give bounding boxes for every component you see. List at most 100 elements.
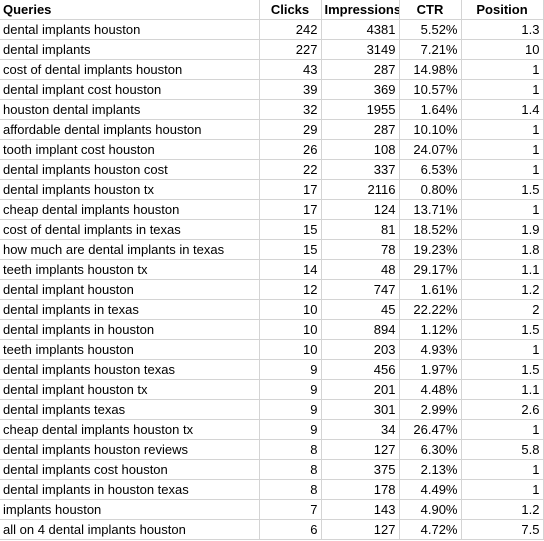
- clicks-cell[interactable]: 15: [258, 239, 322, 260]
- header-ctr[interactable]: CTR: [398, 0, 462, 20]
- query-cell[interactable]: dental implants houston texas: [0, 359, 260, 380]
- impressions-cell[interactable]: 2116: [320, 179, 400, 200]
- ctr-cell[interactable]: 22.22%: [398, 299, 462, 320]
- query-cell[interactable]: dental implants texas: [0, 399, 260, 420]
- clicks-cell[interactable]: 227: [258, 39, 322, 60]
- query-cell[interactable]: cost of dental implants in texas: [0, 219, 260, 240]
- impressions-cell[interactable]: 337: [320, 159, 400, 180]
- query-cell[interactable]: dental implants cost houston: [0, 459, 260, 480]
- position-cell[interactable]: 10: [460, 39, 544, 60]
- ctr-cell[interactable]: 4.72%: [398, 519, 462, 540]
- ctr-cell[interactable]: 1.64%: [398, 99, 462, 120]
- impressions-cell[interactable]: 4381: [320, 19, 400, 40]
- clicks-cell[interactable]: 15: [258, 219, 322, 240]
- ctr-cell[interactable]: 4.48%: [398, 379, 462, 400]
- impressions-cell[interactable]: 301: [320, 399, 400, 420]
- impressions-cell[interactable]: 287: [320, 59, 400, 80]
- ctr-cell[interactable]: 13.71%: [398, 199, 462, 220]
- position-cell[interactable]: 1: [460, 479, 544, 500]
- query-cell[interactable]: dental implants in texas: [0, 299, 260, 320]
- impressions-cell[interactable]: 375: [320, 459, 400, 480]
- impressions-cell[interactable]: 81: [320, 219, 400, 240]
- position-cell[interactable]: 1: [460, 139, 544, 160]
- position-cell[interactable]: 1.5: [460, 179, 544, 200]
- clicks-cell[interactable]: 12: [258, 279, 322, 300]
- impressions-cell[interactable]: 127: [320, 519, 400, 540]
- clicks-cell[interactable]: 9: [258, 399, 322, 420]
- position-cell[interactable]: 1: [460, 339, 544, 360]
- position-cell[interactable]: 1.5: [460, 359, 544, 380]
- position-cell[interactable]: 1: [460, 59, 544, 80]
- ctr-cell[interactable]: 10.57%: [398, 79, 462, 100]
- position-cell[interactable]: 1: [460, 159, 544, 180]
- ctr-cell[interactable]: 5.52%: [398, 19, 462, 40]
- query-cell[interactable]: cheap dental implants houston tx: [0, 419, 260, 440]
- ctr-cell[interactable]: 26.47%: [398, 419, 462, 440]
- ctr-cell[interactable]: 6.53%: [398, 159, 462, 180]
- position-cell[interactable]: 1.8: [460, 239, 544, 260]
- query-cell[interactable]: dental implant houston tx: [0, 379, 260, 400]
- ctr-cell[interactable]: 18.52%: [398, 219, 462, 240]
- impressions-cell[interactable]: 124: [320, 199, 400, 220]
- clicks-cell[interactable]: 9: [258, 379, 322, 400]
- position-cell[interactable]: 2.6: [460, 399, 544, 420]
- query-cell[interactable]: implants houston: [0, 499, 260, 520]
- position-cell[interactable]: 7.5: [460, 519, 544, 540]
- clicks-cell[interactable]: 9: [258, 419, 322, 440]
- ctr-cell[interactable]: 29.17%: [398, 259, 462, 280]
- query-cell[interactable]: teeth implants houston: [0, 339, 260, 360]
- impressions-cell[interactable]: 1955: [320, 99, 400, 120]
- position-cell[interactable]: 1: [460, 119, 544, 140]
- position-cell[interactable]: 1.1: [460, 379, 544, 400]
- position-cell[interactable]: 1.2: [460, 499, 544, 520]
- position-cell[interactable]: 1: [460, 199, 544, 220]
- query-cell[interactable]: houston dental implants: [0, 99, 260, 120]
- position-cell[interactable]: 1: [460, 79, 544, 100]
- ctr-cell[interactable]: 2.99%: [398, 399, 462, 420]
- clicks-cell[interactable]: 242: [258, 19, 322, 40]
- position-cell[interactable]: 1.9: [460, 219, 544, 240]
- impressions-cell[interactable]: 369: [320, 79, 400, 100]
- impressions-cell[interactable]: 45: [320, 299, 400, 320]
- position-cell[interactable]: 1.2: [460, 279, 544, 300]
- clicks-cell[interactable]: 26: [258, 139, 322, 160]
- position-cell[interactable]: 1: [460, 459, 544, 480]
- impressions-cell[interactable]: 894: [320, 319, 400, 340]
- ctr-cell[interactable]: 4.93%: [398, 339, 462, 360]
- header-impressions[interactable]: Impressions: [320, 0, 400, 20]
- query-cell[interactable]: cheap dental implants houston: [0, 199, 260, 220]
- clicks-cell[interactable]: 6: [258, 519, 322, 540]
- clicks-cell[interactable]: 8: [258, 479, 322, 500]
- ctr-cell[interactable]: 1.97%: [398, 359, 462, 380]
- impressions-cell[interactable]: 178: [320, 479, 400, 500]
- clicks-cell[interactable]: 10: [258, 299, 322, 320]
- query-cell[interactable]: dental implants houston: [0, 19, 260, 40]
- ctr-cell[interactable]: 24.07%: [398, 139, 462, 160]
- ctr-cell[interactable]: 10.10%: [398, 119, 462, 140]
- clicks-cell[interactable]: 8: [258, 459, 322, 480]
- ctr-cell[interactable]: 4.90%: [398, 499, 462, 520]
- ctr-cell[interactable]: 4.49%: [398, 479, 462, 500]
- query-cell[interactable]: dental implant cost houston: [0, 79, 260, 100]
- ctr-cell[interactable]: 14.98%: [398, 59, 462, 80]
- impressions-cell[interactable]: 127: [320, 439, 400, 460]
- clicks-cell[interactable]: 22: [258, 159, 322, 180]
- query-cell[interactable]: all on 4 dental implants houston: [0, 519, 260, 540]
- clicks-cell[interactable]: 8: [258, 439, 322, 460]
- ctr-cell[interactable]: 19.23%: [398, 239, 462, 260]
- clicks-cell[interactable]: 43: [258, 59, 322, 80]
- impressions-cell[interactable]: 48: [320, 259, 400, 280]
- impressions-cell[interactable]: 34: [320, 419, 400, 440]
- ctr-cell[interactable]: 0.80%: [398, 179, 462, 200]
- clicks-cell[interactable]: 17: [258, 179, 322, 200]
- query-cell[interactable]: dental implants houston reviews: [0, 439, 260, 460]
- position-cell[interactable]: 1.1: [460, 259, 544, 280]
- query-cell[interactable]: teeth implants houston tx: [0, 259, 260, 280]
- impressions-cell[interactable]: 201: [320, 379, 400, 400]
- impressions-cell[interactable]: 78: [320, 239, 400, 260]
- position-cell[interactable]: 1.4: [460, 99, 544, 120]
- query-cell[interactable]: dental implants: [0, 39, 260, 60]
- clicks-cell[interactable]: 39: [258, 79, 322, 100]
- clicks-cell[interactable]: 7: [258, 499, 322, 520]
- position-cell[interactable]: 1.3: [460, 19, 544, 40]
